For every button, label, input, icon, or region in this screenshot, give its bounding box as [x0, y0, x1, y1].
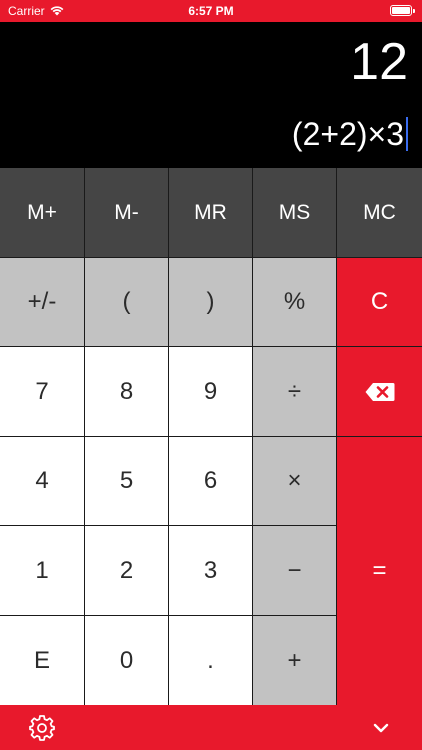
digit-3-button[interactable]: 3 [169, 526, 253, 616]
multiply-button[interactable]: × [253, 437, 337, 526]
decimal-button[interactable]: . [169, 616, 253, 705]
plus-button[interactable]: + [253, 616, 337, 705]
open-paren-button[interactable]: ( [85, 258, 169, 347]
backspace-icon [365, 382, 394, 401]
exponent-button[interactable]: E [0, 616, 85, 705]
digit-4-button[interactable]: 4 [0, 437, 85, 526]
divide-button[interactable]: ÷ [253, 347, 337, 437]
close-paren-button[interactable]: ) [169, 258, 253, 347]
digit-9-button[interactable]: 9 [169, 347, 253, 437]
text-cursor [406, 117, 408, 151]
memory-clear-button[interactable]: MC [337, 168, 422, 258]
gear-icon[interactable] [28, 714, 56, 742]
digit-6-button[interactable]: 6 [169, 437, 253, 526]
memory-store-button[interactable]: MS [253, 168, 337, 258]
percent-button[interactable]: % [253, 258, 337, 347]
digit-1-button[interactable]: 1 [0, 526, 85, 616]
expression-text: (2+2)×3 [291, 116, 404, 152]
keypad: M+ M- MR MS MC +/- ( ) % C 7 8 9 ÷ 4 5 6… [0, 168, 422, 705]
digit-7-button[interactable]: 7 [0, 347, 85, 437]
calculator-display: 12 (2+2)×3 [0, 22, 422, 168]
equals-button[interactable]: = [337, 437, 422, 705]
status-bar: Carrier 6:57 PM [0, 0, 422, 22]
status-time: 6:57 PM [188, 4, 234, 18]
sign-toggle-button[interactable]: +/- [0, 258, 85, 347]
chevron-down-icon[interactable] [372, 719, 390, 737]
digit-0-button[interactable]: 0 [85, 616, 169, 705]
memory-subtract-button[interactable]: M- [85, 168, 169, 258]
digit-8-button[interactable]: 8 [85, 347, 169, 437]
digit-5-button[interactable]: 5 [85, 437, 169, 526]
battery-icon [390, 5, 415, 16]
result-value: 12 [350, 33, 408, 91]
clear-button[interactable]: C [337, 258, 422, 347]
minus-button[interactable]: − [253, 526, 337, 616]
backspace-button[interactable] [337, 347, 422, 437]
digit-2-button[interactable]: 2 [85, 526, 169, 616]
memory-add-button[interactable]: M+ [0, 168, 85, 258]
bottom-toolbar [0, 705, 422, 750]
expression-field[interactable]: (2+2)×3 [292, 114, 408, 154]
memory-recall-button[interactable]: MR [169, 168, 253, 258]
